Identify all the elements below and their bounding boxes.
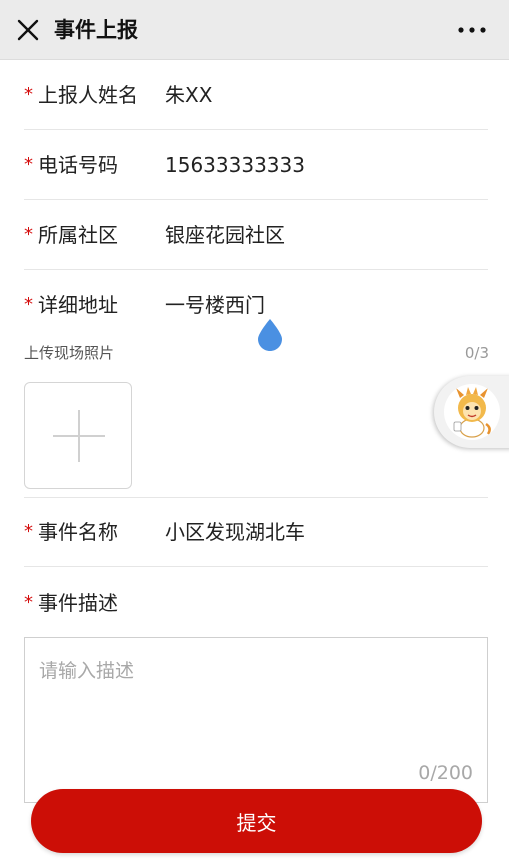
close-icon[interactable] — [14, 16, 42, 44]
event-description-box[interactable]: 0/200 — [24, 637, 488, 803]
required-mark: * — [24, 154, 33, 175]
upload-photos-count: 0/3 — [464, 344, 489, 362]
event-name-row[interactable]: * 事件名称 小区发现湖北车 — [24, 497, 488, 567]
event-description-label: 事件描述 — [38, 591, 118, 615]
community-value[interactable]: 银座花园社区 — [165, 222, 285, 248]
assistant-float-button[interactable] — [434, 376, 509, 448]
location-marker-icon[interactable] — [256, 318, 284, 352]
description-char-count: 0/200 — [418, 762, 473, 784]
required-mark: * — [24, 224, 33, 245]
top-bar: 事件上报 — [0, 0, 509, 60]
phone-row[interactable]: * 电话号码 15633333333 — [24, 130, 488, 200]
add-photo-button[interactable] — [24, 382, 132, 489]
required-mark: * — [24, 592, 33, 613]
reporter-name-value[interactable]: 朱XX — [165, 82, 212, 108]
mascot-avatar-icon — [444, 384, 500, 440]
reporter-name-label: 上报人姓名 — [38, 83, 138, 107]
event-name-value[interactable]: 小区发现湖北车 — [165, 519, 305, 545]
required-mark: * — [24, 84, 33, 105]
submit-button[interactable]: 提交 — [31, 789, 482, 853]
required-mark: * — [24, 521, 33, 542]
event-name-label: 事件名称 — [38, 520, 118, 544]
community-row[interactable]: * 所属社区 银座花园社区 — [24, 200, 488, 270]
more-icon[interactable] — [457, 16, 487, 44]
community-label: 所属社区 — [38, 223, 118, 247]
phone-label: 电话号码 — [38, 153, 118, 177]
phone-value[interactable]: 15633333333 — [165, 152, 305, 178]
required-mark: * — [24, 294, 33, 315]
address-value[interactable]: 一号楼西门 — [165, 292, 265, 318]
page-title: 事件上报 — [54, 18, 138, 42]
address-label: 详细地址 — [38, 293, 118, 317]
reporter-name-row[interactable]: * 上报人姓名 朱XX — [24, 60, 488, 130]
upload-photos-label: 上传现场照片 — [24, 344, 115, 362]
plus-icon — [53, 410, 105, 462]
